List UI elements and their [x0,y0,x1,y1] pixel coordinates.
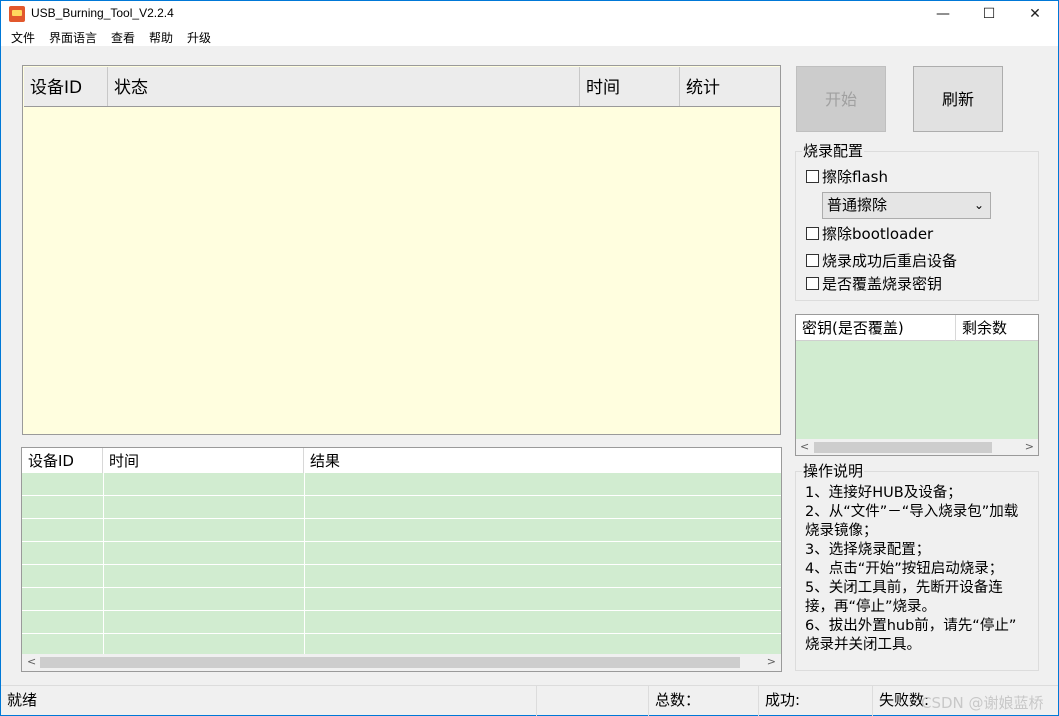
close-button[interactable]: ✕ [1012,1,1058,27]
window-title: USB_Burning_Tool_V2.2.4 [31,6,174,20]
menu-help[interactable]: 帮助 [149,29,173,46]
scroll-left-icon[interactable]: < [27,654,36,670]
erase-flash-checkbox[interactable]: 擦除flash [806,168,888,186]
menu-language[interactable]: 界面语言 [49,29,97,46]
table-row [22,473,781,496]
instruction-line: 3、选择烧录配置； [805,542,931,558]
scroll-right-icon[interactable]: > [1025,439,1034,455]
status-ready: 就绪 [1,686,537,716]
refresh-button[interactable]: 刷新 [913,66,1003,132]
instruction-line: 6、拔出外置hub前，请先“停止” [805,618,1017,634]
result-table-header: 设备ID 时间 结果 [22,448,781,473]
erase-mode-select[interactable]: 普通擦除 ⌄ [822,192,991,219]
app-icon [9,6,25,22]
column-divider [103,473,104,654]
instruction-line: 2、从“文件”－“导入烧录包”加载 [805,504,1019,520]
col-device-id[interactable]: 设备ID [22,448,103,473]
instruction-line: 1、连接好HUB及设备； [805,485,962,501]
col-time[interactable]: 时间 [103,448,304,473]
menu-view[interactable]: 查看 [111,29,135,46]
table-row [22,565,781,588]
instructions-group: 操作说明 1、连接好HUB及设备； 2、从“文件”－“导入烧录包”加载 烧录镜像… [795,463,1039,671]
menu-file[interactable]: 文件 [11,29,35,46]
app-window: USB_Burning_Tool_V2.2.4 — ☐ ✕ 文件 界面语言 查看… [0,0,1059,716]
erase-bootloader-checkbox[interactable]: 擦除bootloader [806,225,933,243]
col-time[interactable]: 时间 [580,67,680,106]
col-status[interactable]: 状态 [108,67,580,106]
scrollbar-thumb[interactable] [814,442,992,453]
scroll-left-icon[interactable]: < [800,439,809,455]
menu-upgrade[interactable]: 升级 [187,29,211,46]
key-table-header: 密钥(是否覆盖) 剩余数 [796,315,1038,341]
table-row [22,542,781,565]
instruction-line: 接，再“停止”烧录。 [805,599,937,615]
burn-config-title: 烧录配置 [802,142,865,160]
column-divider [304,473,305,654]
instructions-text: 1、连接好HUB及设备； 2、从“文件”－“导入烧录包”加载 烧录镜像； 3、选… [805,484,1037,655]
maximize-button[interactable]: ☐ [966,1,1012,27]
overwrite-key-checkbox[interactable]: 是否覆盖烧录密钥 [806,275,942,293]
key-table[interactable]: 密钥(是否覆盖) 剩余数 < > [795,314,1039,456]
col-device-id[interactable]: 设备ID [24,67,108,106]
checkbox-icon [806,254,819,267]
col-key[interactable]: 密钥(是否覆盖) [796,315,956,341]
overwrite-key-label: 是否覆盖烧录密钥 [822,275,943,293]
table-row [22,519,781,542]
instructions-title: 操作说明 [802,462,865,480]
checkbox-icon [806,227,819,240]
result-table-scrollbar[interactable]: < > [22,654,781,671]
instruction-line: 烧录并关闭工具。 [805,637,921,653]
col-remaining[interactable]: 剩余数 [956,315,1038,341]
reboot-after-checkbox[interactable]: 烧录成功后重启设备 [806,252,957,270]
key-table-scrollbar[interactable]: < > [796,439,1038,455]
device-table-header: 设备ID 状态 时间 统计 [24,67,780,107]
erase-flash-label: 擦除flash [822,168,888,186]
checkbox-icon [806,170,819,183]
title-bar: USB_Burning_Tool_V2.2.4 — ☐ ✕ [1,1,1058,27]
minimize-button[interactable]: — [920,1,966,27]
table-row [22,634,781,654]
erase-mode-value: 普通擦除 [827,196,888,214]
status-success: 成功: [759,686,873,716]
result-table[interactable]: 设备ID 时间 结果 < > [21,447,782,672]
col-stats[interactable]: 统计 [680,67,780,106]
burn-config-group: 烧录配置 擦除flash 普通擦除 ⌄ 擦除bootloader 烧录成功后重启… [795,143,1039,301]
instruction-line: 烧录镜像； [805,523,878,539]
status-spacer [537,686,649,716]
device-table[interactable]: 设备ID 状态 时间 统计 [22,65,781,435]
status-bar: 就绪 总数： 成功: 失败数: CSDN @谢娘蓝桥 [1,685,1058,716]
status-total: 总数： [649,686,759,716]
checkbox-icon [806,277,819,290]
menu-bar: 文件 界面语言 查看 帮助 升级 [1,27,1058,47]
scroll-right-icon[interactable]: > [767,654,776,670]
chevron-down-icon: ⌄ [973,198,984,212]
col-result[interactable]: 结果 [304,448,781,473]
table-row [22,611,781,634]
scrollbar-thumb[interactable] [40,657,740,668]
watermark: CSDN @谢娘蓝桥 [921,694,1044,712]
instruction-line: 4、点击“开始”按钮启动烧录； [805,561,1004,577]
reboot-after-label: 烧录成功后重启设备 [822,252,958,270]
table-row [22,588,781,611]
table-row [22,496,781,519]
start-button[interactable]: 开始 [796,66,886,132]
instruction-line: 5、关闭工具前，先断开设备连 [805,580,1003,596]
erase-bootloader-label: 擦除bootloader [822,225,934,243]
